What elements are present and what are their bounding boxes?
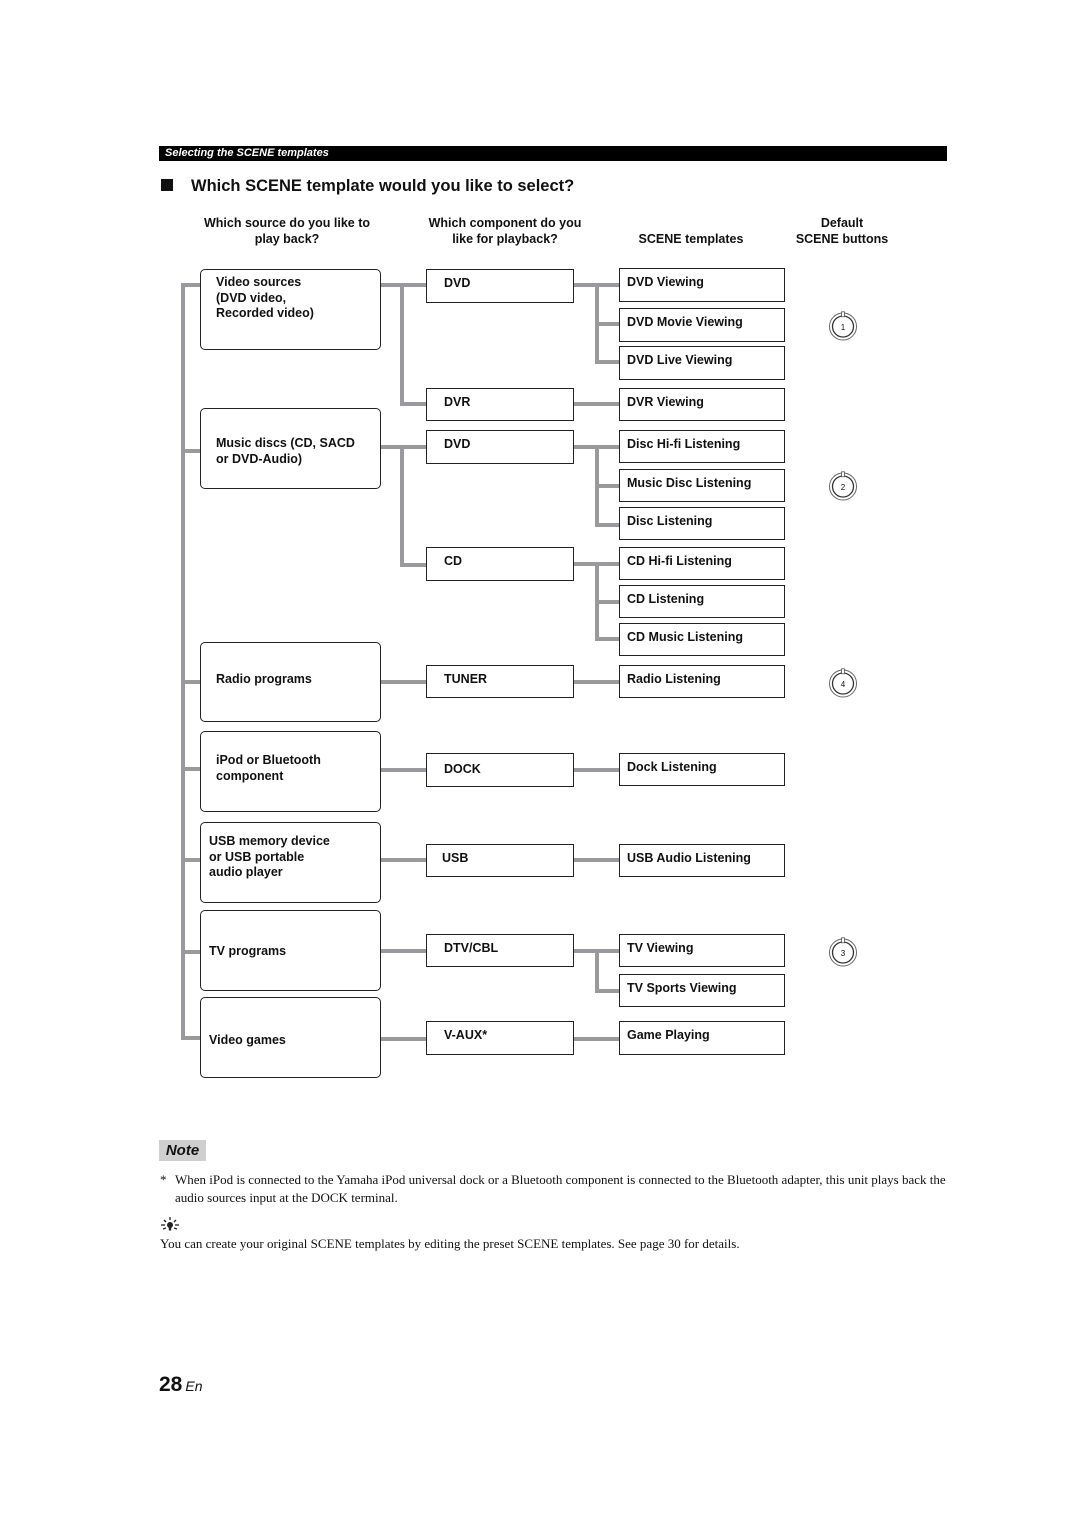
footnote-mark: *	[160, 1172, 167, 1187]
component-box-dtv-cbl[interactable]: DTV/CBL	[426, 934, 574, 967]
connector	[181, 680, 201, 684]
template-radio-listening[interactable]: Radio Listening	[619, 665, 785, 698]
connector	[181, 767, 201, 771]
connector	[573, 858, 620, 862]
column-header-line: SCENE buttons	[795, 232, 889, 246]
scene-button-number: 3	[841, 949, 846, 958]
page-number: 28 En	[159, 1373, 202, 1397]
scene-button-number: 4	[841, 680, 846, 689]
template-game-playing[interactable]: Game Playing	[619, 1021, 785, 1055]
connector	[181, 283, 185, 1040]
connector	[595, 600, 620, 604]
source-box-tv[interactable]: TV programs	[200, 910, 381, 991]
connector	[595, 637, 620, 641]
connector	[595, 949, 599, 993]
heading-text: Which SCENE template would you like to s…	[191, 177, 575, 195]
scene-button-3[interactable]: 3	[828, 937, 858, 967]
template-disc-listening[interactable]: Disc Listening	[619, 507, 785, 540]
source-box-video-games[interactable]: Video games	[200, 997, 381, 1078]
lightbulb-tip-icon	[160, 1216, 182, 1232]
connector	[181, 858, 201, 862]
connector	[181, 283, 201, 287]
page-heading: Which SCENE template would you like to s…	[161, 175, 574, 197]
column-header-component: Which component do you like for playback…	[405, 215, 605, 247]
component-box-cd[interactable]: CD	[426, 547, 574, 581]
connector	[573, 402, 620, 406]
footnote-text: When iPod is connected to the Yamaha iPo…	[175, 1172, 946, 1205]
scene-knob-icon: 1	[829, 311, 857, 341]
source-box-ipod-bluetooth[interactable]: iPod or Bluetooth component	[200, 731, 381, 812]
component-box-tuner[interactable]: TUNER	[426, 665, 574, 698]
connector	[400, 283, 404, 406]
connector	[595, 322, 620, 326]
template-tv-sports-viewing[interactable]: TV Sports Viewing	[619, 974, 785, 1007]
connector	[380, 949, 427, 953]
source-box-music-discs[interactable]: Music discs (CD, SACD or DVD-Audio)	[200, 408, 381, 489]
connector	[400, 563, 427, 567]
component-box-usb[interactable]: USB	[426, 844, 574, 877]
column-header-buttons: Default SCENE buttons	[772, 215, 912, 247]
template-usb-audio-listening[interactable]: USB Audio Listening	[619, 844, 785, 877]
connector	[181, 449, 201, 453]
connector	[595, 484, 620, 488]
source-box-radio[interactable]: Radio programs	[200, 642, 381, 722]
connector	[400, 445, 404, 567]
connector	[380, 858, 427, 862]
column-header-line: like for playback?	[452, 232, 558, 246]
scene-button-number: 2	[841, 483, 846, 492]
connector	[595, 989, 620, 993]
component-box-dvd[interactable]: DVD	[426, 269, 574, 303]
component-box-dvd-music[interactable]: DVD	[426, 430, 574, 464]
template-dvd-live-viewing[interactable]: DVD Live Viewing	[619, 346, 785, 380]
connector	[380, 680, 427, 684]
connector	[595, 523, 620, 527]
template-disc-hifi-listening[interactable]: Disc Hi-fi Listening	[619, 430, 785, 463]
scene-knob-icon: 4	[829, 668, 857, 698]
template-cd-music-listening[interactable]: CD Music Listening	[619, 623, 785, 656]
source-box-video[interactable]: Video sources (DVD video, Recorded video…	[200, 269, 381, 350]
column-header-line: Which component do you	[428, 216, 582, 230]
template-music-disc-listening[interactable]: Music Disc Listening	[619, 469, 785, 502]
scene-button-4[interactable]: 4	[828, 668, 858, 698]
column-header-line: play back?	[254, 232, 320, 246]
connector	[380, 1037, 427, 1041]
connector	[380, 768, 427, 772]
connector	[400, 402, 427, 406]
column-header-templates: SCENE templates	[638, 232, 744, 246]
connector	[181, 1036, 201, 1040]
page-language: En	[185, 1378, 203, 1394]
scene-knob-icon: 2	[829, 471, 857, 501]
scene-button-number: 1	[841, 323, 846, 332]
note-badge: Note	[159, 1140, 206, 1161]
connector	[573, 680, 620, 684]
section-header-bar: Selecting the SCENE templates	[159, 146, 947, 161]
template-dvd-movie-viewing[interactable]: DVD Movie Viewing	[619, 308, 785, 342]
template-dock-listening[interactable]: Dock Listening	[619, 753, 785, 786]
component-box-v-aux[interactable]: V-AUX*	[426, 1021, 574, 1055]
template-dvd-viewing[interactable]: DVD Viewing	[619, 268, 785, 302]
tip-text: You can create your original SCENE templ…	[160, 1236, 740, 1251]
column-header-line: Which source do you like to	[204, 216, 370, 230]
connector	[595, 360, 620, 364]
template-tv-viewing[interactable]: TV Viewing	[619, 934, 785, 967]
column-header-line: Default	[820, 216, 864, 230]
source-box-usb[interactable]: USB memory device or USB portable audio …	[200, 822, 381, 903]
connector	[181, 950, 201, 954]
scene-button-2[interactable]: 2	[828, 471, 858, 501]
template-cd-hifi-listening[interactable]: CD Hi-fi Listening	[619, 547, 785, 580]
square-bullet-icon	[161, 179, 173, 191]
connector	[573, 768, 620, 772]
template-cd-listening[interactable]: CD Listening	[619, 585, 785, 618]
scene-button-1[interactable]: 1	[828, 311, 858, 341]
component-box-dock[interactable]: DOCK	[426, 753, 574, 787]
component-box-dvr[interactable]: DVR	[426, 388, 574, 421]
page-number-value: 28	[159, 1373, 183, 1396]
section-header: Selecting the SCENE templates	[165, 147, 329, 159]
scene-knob-icon: 3	[829, 937, 857, 967]
template-dvr-viewing[interactable]: DVR Viewing	[619, 388, 785, 421]
connector	[573, 1037, 620, 1041]
footnote: * When iPod is connected to the Yamaha i…	[160, 1171, 950, 1207]
column-header-source: Which source do you like to play back?	[187, 215, 387, 247]
